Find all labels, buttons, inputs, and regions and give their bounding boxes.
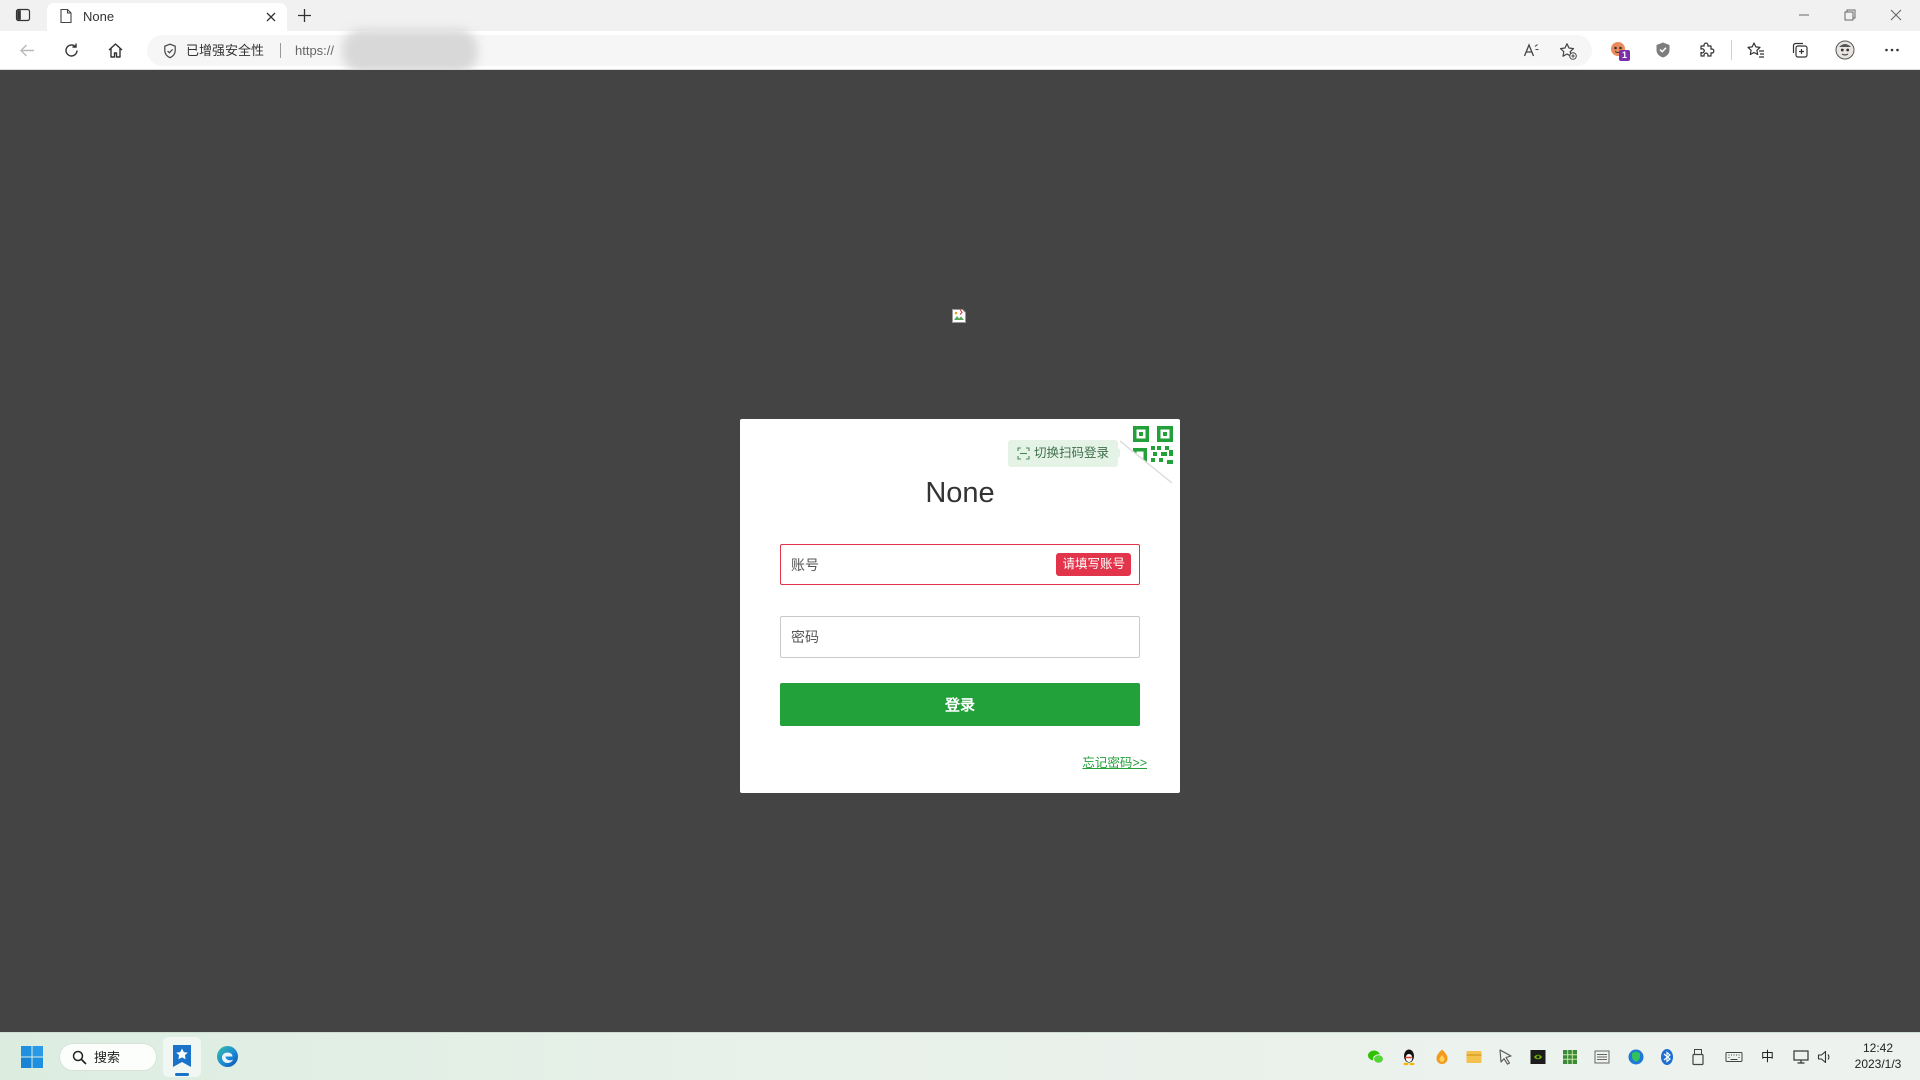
account-field: 请填写账号 bbox=[780, 544, 1140, 585]
new-tab-plus-icon[interactable] bbox=[297, 8, 312, 23]
password-field bbox=[780, 616, 1140, 658]
orange-app-icon[interactable] bbox=[1433, 1048, 1451, 1066]
add-favorite-icon[interactable] bbox=[1559, 42, 1577, 60]
home-icon[interactable] bbox=[107, 42, 124, 59]
login-button[interactable]: 登录 bbox=[780, 683, 1140, 726]
windows-security-icon[interactable] bbox=[1627, 1048, 1645, 1066]
network-icon[interactable] bbox=[1792, 1048, 1810, 1066]
favorites-icon[interactable] bbox=[1747, 41, 1765, 59]
folder-app-icon[interactable] bbox=[1465, 1048, 1483, 1066]
redacted-url-blur bbox=[342, 29, 478, 73]
collections-icon[interactable] bbox=[1791, 41, 1809, 59]
password-input[interactable] bbox=[781, 617, 1139, 657]
login-card: 切换扫码登录 None 请填写账号 bbox=[740, 419, 1180, 793]
browser-toolbar: 已增强安全性 https:// 1 bbox=[0, 29, 1920, 73]
edge-icon bbox=[216, 1045, 239, 1068]
browser-tab-active[interactable]: None bbox=[47, 3, 287, 31]
pinned-app-starred[interactable] bbox=[163, 1037, 201, 1077]
taskbar-search[interactable]: 搜索 bbox=[59, 1043, 157, 1071]
wechat-icon[interactable] bbox=[1367, 1048, 1385, 1066]
green-grid-app-icon[interactable] bbox=[1561, 1048, 1579, 1066]
profile-avatar-icon[interactable] bbox=[1835, 40, 1855, 60]
qr-code-corner-button[interactable] bbox=[1120, 419, 1180, 483]
input-method-indicator[interactable]: 中 bbox=[1761, 1048, 1774, 1066]
refresh-icon[interactable] bbox=[63, 42, 80, 59]
search-icon bbox=[72, 1050, 87, 1065]
scan-icon bbox=[1017, 447, 1030, 460]
extension-icon[interactable]: 1 bbox=[1610, 41, 1630, 61]
switch-to-qr-login-button[interactable]: 切换扫码登录 bbox=[1008, 440, 1124, 467]
tab-title: None bbox=[83, 9, 115, 24]
list-app-icon[interactable] bbox=[1593, 1048, 1611, 1066]
clock-date: 2023/1/3 bbox=[1854, 1057, 1902, 1071]
window-close-icon[interactable] bbox=[1890, 9, 1902, 21]
toolbar-divider bbox=[1731, 40, 1732, 60]
volume-icon[interactable] bbox=[1816, 1048, 1834, 1066]
url-text[interactable]: https:// bbox=[295, 43, 334, 58]
account-error-badge: 请填写账号 bbox=[1056, 553, 1131, 576]
page-content: 切换扫码登录 None 请填写账号 bbox=[0, 70, 1920, 1032]
adblock-shield-icon[interactable] bbox=[1654, 41, 1672, 59]
bluetooth-icon[interactable] bbox=[1658, 1048, 1676, 1066]
browser-tab-strip: None bbox=[0, 0, 1920, 31]
search-label: 搜索 bbox=[94, 1050, 121, 1065]
puzzle-icon[interactable] bbox=[1698, 41, 1716, 59]
windows-start-icon[interactable] bbox=[20, 1045, 44, 1069]
usb-device-icon[interactable] bbox=[1689, 1048, 1707, 1066]
keyboard-icon[interactable] bbox=[1725, 1048, 1743, 1066]
restore-icon[interactable] bbox=[1844, 9, 1856, 21]
bookmark-star-app-icon bbox=[171, 1044, 193, 1068]
qr-switch-label: 切换扫码登录 bbox=[1034, 446, 1110, 460]
minimize-icon[interactable] bbox=[1798, 10, 1810, 20]
nvidia-icon[interactable] bbox=[1529, 1048, 1547, 1066]
system-clock[interactable]: 12:42 2023/1/3 bbox=[1845, 1040, 1911, 1072]
back-icon[interactable] bbox=[19, 42, 36, 59]
shield-icon[interactable] bbox=[163, 43, 177, 59]
address-bar[interactable]: 已增强安全性 https:// bbox=[147, 29, 1592, 73]
active-app-indicator bbox=[175, 1073, 189, 1076]
cursor-app-icon[interactable] bbox=[1497, 1048, 1515, 1066]
forgot-password-link[interactable]: 忘记密码>> bbox=[1082, 756, 1147, 771]
enhanced-security-label[interactable]: 已增强安全性 bbox=[186, 43, 264, 58]
close-tab-icon[interactable] bbox=[265, 11, 277, 23]
pinned-app-edge[interactable] bbox=[208, 1037, 246, 1077]
broken-image-icon bbox=[951, 308, 967, 324]
address-divider bbox=[280, 43, 281, 58]
qq-icon[interactable] bbox=[1400, 1048, 1418, 1066]
login-title: None bbox=[925, 477, 995, 509]
qr-code-icon bbox=[1120, 426, 1173, 483]
extension-badge: 1 bbox=[1619, 50, 1630, 61]
read-aloud-icon[interactable] bbox=[1523, 42, 1540, 59]
more-icon[interactable] bbox=[1883, 41, 1901, 59]
taskbar: 搜索 中 12:42 2023/1/3 bbox=[0, 1032, 1920, 1080]
tab-actions-icon[interactable] bbox=[15, 7, 31, 23]
page-icon bbox=[59, 8, 73, 24]
clock-time: 12:42 bbox=[1862, 1041, 1894, 1055]
